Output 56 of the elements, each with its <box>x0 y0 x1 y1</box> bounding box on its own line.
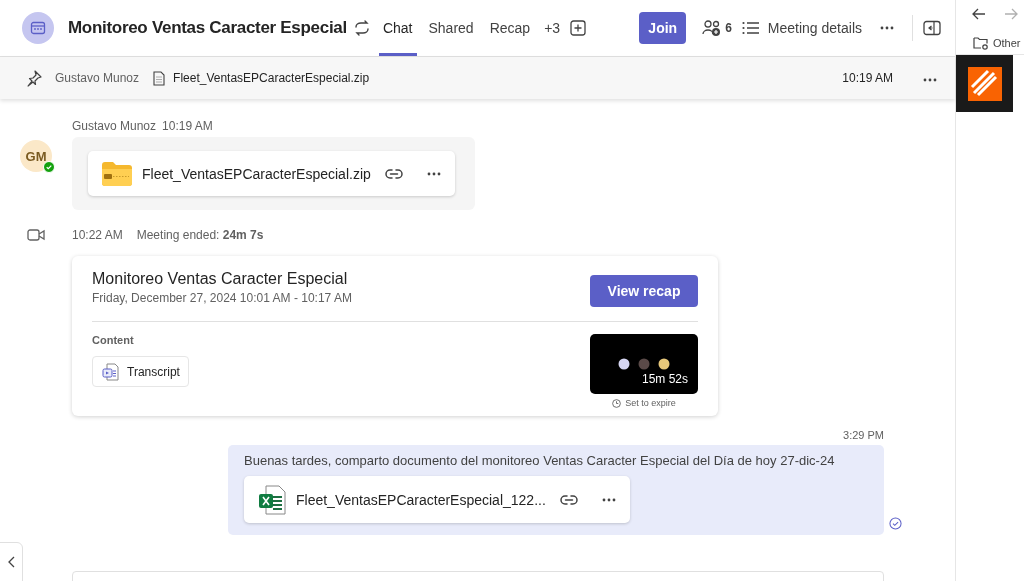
sender-name: Gustavo Munoz <box>72 119 157 133</box>
recurring-icon <box>352 20 371 36</box>
recording-duration: 15m 52s <box>641 372 688 386</box>
user-avatar[interactable]: GM <box>20 140 52 172</box>
pinned-message-bar[interactable]: Gustavo Munoz Fleet_VentasEPCaracterEspecial.zip 10:19 AM <box>0 57 955 99</box>
file-name: Fleet_VentasEPCaracterEspecial.zip <box>142 165 371 182</box>
expire-label: Set to expire <box>625 398 676 408</box>
document-icon <box>153 70 166 86</box>
transcript-button[interactable]: Transcript <box>92 356 189 387</box>
zip-folder-icon <box>102 161 132 186</box>
clock-icon <box>612 398 622 408</box>
side-panel-icon[interactable] <box>923 20 941 36</box>
message-time: 3:29 PM <box>843 429 884 441</box>
link-icon[interactable] <box>384 168 403 179</box>
event-text: Meeting ended: 24m 7s <box>136 228 264 242</box>
pinned-author: Gustavo Munoz <box>55 71 140 85</box>
calendar-icon <box>30 20 46 36</box>
participants-button[interactable]: 6 <box>702 19 732 37</box>
message-time: 10:19 AM <box>162 119 213 133</box>
content-label: Content <box>92 334 135 346</box>
link-icon[interactable] <box>559 494 578 505</box>
event-time: 10:22 AM <box>72 228 123 242</box>
meeting-title: Monitoreo Ventas Caracter Especial <box>68 18 347 38</box>
meeting-card-title: Monitoreo Ventas Caracter Especial <box>92 270 349 288</box>
more-options-icon[interactable] <box>601 497 616 502</box>
transcript-icon <box>101 361 121 382</box>
view-recap-button[interactable]: View recap <box>590 275 698 307</box>
file-name: Fleet_VentasEPCaracterEspecial_122... <box>296 491 546 508</box>
chevron-left-icon <box>7 556 15 568</box>
list-icon <box>741 21 760 35</box>
more-options-icon[interactable] <box>426 171 441 176</box>
logo-icon <box>967 66 1002 101</box>
participant-avatars-icon <box>618 358 670 370</box>
more-options-icon[interactable] <box>923 78 937 82</box>
message-text: Buenas tardes, comparto documento del monitoreo Ventas Caracter Especial del Día de hoy 27-dic-24 <box>244 453 835 468</box>
meeting-date: Friday, December 27, 2024 10:01 AM - 10:17 AM <box>92 291 352 305</box>
folder-label[interactable]: Other <box>993 37 1021 49</box>
tab[interactable]: Recap <box>485 0 535 56</box>
spreadsheet-file-icon <box>258 484 286 515</box>
app-logo[interactable] <box>956 55 1013 112</box>
people-icon <box>702 19 723 37</box>
pinned-time: 10:19 AM <box>842 71 893 85</box>
folder-settings-icon <box>973 36 989 50</box>
join-button[interactable]: Join <box>639 12 687 44</box>
meeting-details-button[interactable]: Meeting details <box>741 20 862 36</box>
recording-thumbnail[interactable]: 15m 52s <box>590 334 698 394</box>
more-options-icon[interactable] <box>880 26 894 30</box>
add-tab-icon[interactable] <box>570 20 587 36</box>
tab[interactable]: Shared <box>424 0 478 56</box>
video-camera-icon <box>27 228 45 242</box>
back-arrow-icon[interactable] <box>972 8 986 20</box>
file-attachment[interactable]: Fleet_VentasEPCaracterEspecial.zip <box>88 151 455 196</box>
more-tabs-button[interactable]: +3 <box>540 0 565 56</box>
file-attachment[interactable]: Fleet_VentasEPCaracterEspecial_122... <box>244 476 630 523</box>
pinned-file-name: Fleet_VentasEPCaracterEspecial.zip <box>173 71 370 85</box>
pin-icon <box>25 69 43 87</box>
